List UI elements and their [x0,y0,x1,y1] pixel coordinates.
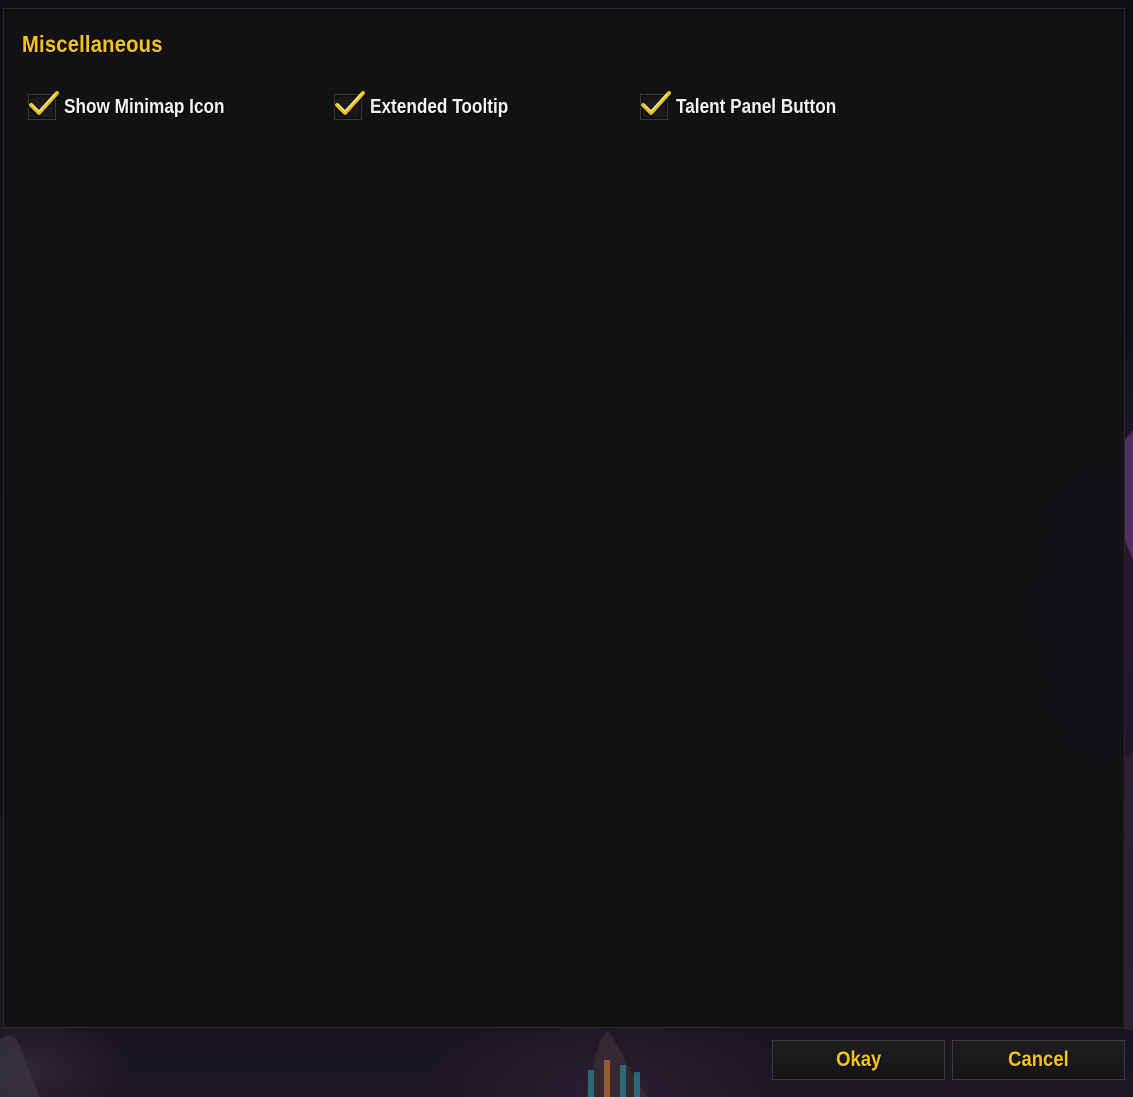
checkmark-icon [28,91,60,117]
section-title: Miscellaneous [22,31,163,57]
talent-panel-button-label: Talent Panel Button [676,95,837,118]
cancel-button[interactable]: Cancel [952,1040,1125,1080]
okay-button[interactable]: Okay [772,1040,945,1080]
extended-tooltip-checkbox[interactable] [334,91,366,120]
checkmark-icon [640,91,672,117]
show-minimap-icon-label: Show Minimap Icon [64,95,225,118]
checkmark-icon [334,91,366,117]
show-minimap-icon-option[interactable]: Show Minimap Icon [28,91,251,123]
cancel-button-label: Cancel [1008,1048,1069,1071]
talent-panel-button-checkbox[interactable] [640,91,672,120]
extended-tooltip-option[interactable]: Extended Tooltip [334,91,531,123]
settings-panel: Miscellaneous Show Minimap Icon Extended… [3,8,1125,1028]
talent-panel-button-option[interactable]: Talent Panel Button [640,91,862,123]
show-minimap-icon-checkbox[interactable] [28,91,60,120]
okay-button-label: Okay [835,1048,882,1071]
extended-tooltip-label: Extended Tooltip [370,95,509,118]
